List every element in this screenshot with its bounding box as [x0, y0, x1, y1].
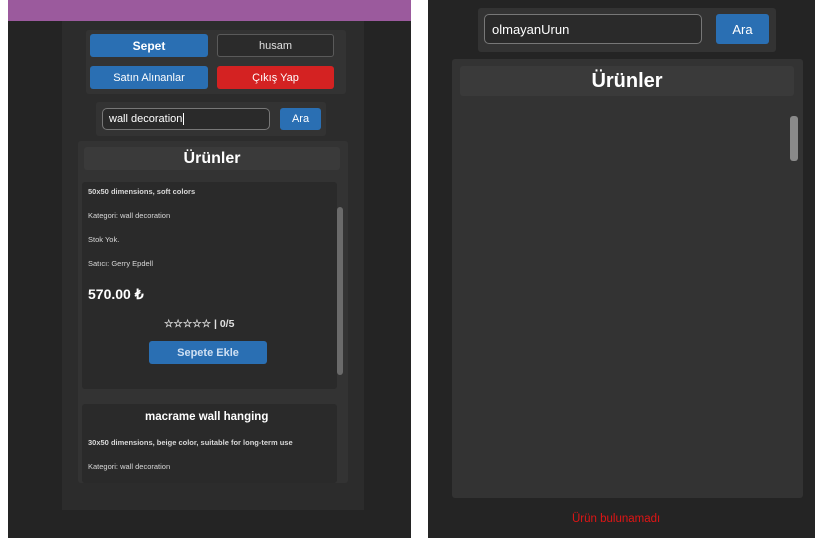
search-input-value: wall decoration — [109, 113, 183, 125]
search-input[interactable]: olmayanUrun — [484, 14, 702, 44]
products-scrollbar[interactable] — [790, 116, 798, 161]
screenshot-root: Sepet husam Satın Alınanlar Çıkış Yap wa… — [0, 0, 815, 538]
not-found-message: Ürün bulunamadı — [572, 513, 661, 525]
search-input-value: olmayanUrun — [492, 21, 570, 37]
product-seller: Satıcı: Gerry Epdell — [88, 259, 154, 268]
search-button[interactable]: Ara — [716, 14, 769, 44]
purchased-button[interactable]: Satın Alınanlar — [90, 66, 208, 89]
product-stock: Stok Yok. — [88, 235, 120, 244]
search-input[interactable]: wall decoration — [102, 108, 270, 130]
product-category: Kategori: wall decoration — [88, 462, 171, 471]
products-scrollbar[interactable] — [337, 207, 343, 375]
products-section — [452, 59, 803, 498]
product-category: Kategori: wall decoration — [88, 211, 171, 220]
search-button[interactable]: Ara — [280, 108, 321, 130]
text-caret — [183, 113, 185, 125]
product-description: 50x50 dimensions, soft colors — [88, 187, 196, 196]
left-panel: Sepet husam Satın Alınanlar Çıkış Yap wa… — [8, 0, 411, 538]
product-name: macrame wall hanging — [145, 411, 269, 423]
header-bar — [8, 0, 411, 21]
product-price: 570.00 ₺ — [88, 286, 144, 302]
product-card: 50x50 dimensions, soft colors Kategori: … — [82, 182, 337, 389]
products-title: Ürünler — [460, 66, 794, 96]
product-card: macrame wall hanging 30x50 dimensions, b… — [82, 404, 337, 483]
add-to-cart-button[interactable]: Sepete Ekle — [149, 341, 267, 364]
product-rating[interactable]: ☆☆☆☆☆ | 0/5 — [164, 318, 234, 330]
product-description: 30x50 dimensions, beige color, suitable … — [88, 438, 293, 447]
logout-button[interactable]: Çıkış Yap — [217, 66, 334, 89]
right-panel: olmayanUrun Ara Ürünler Ürün bulunamadı — [428, 0, 815, 538]
cart-button[interactable]: Sepet — [90, 34, 208, 57]
username-button[interactable]: husam — [217, 34, 334, 57]
products-title: Ürünler — [84, 147, 340, 170]
